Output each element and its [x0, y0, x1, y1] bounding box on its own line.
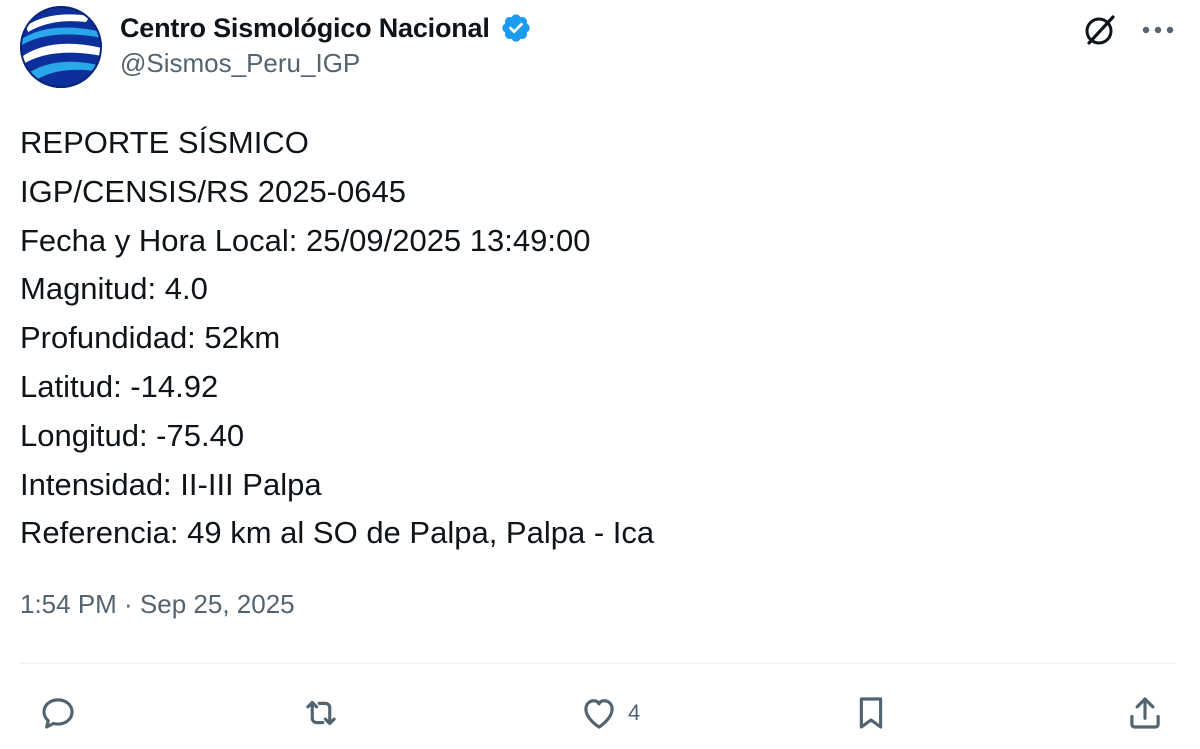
grok-icon[interactable]: [1082, 12, 1118, 48]
reply-icon: [42, 698, 74, 729]
bookmark-button[interactable]: [850, 692, 892, 734]
reply-button[interactable]: [37, 692, 79, 734]
author-name-row: Centro Sismológico Nacional: [120, 8, 532, 48]
tweet-line: Intensidad: II-III Palpa: [20, 466, 322, 502]
tweet-line: Fecha y Hora Local: 25/09/2025 13:49:00: [20, 222, 591, 258]
tweet-timestamp[interactable]: 1:54 PM · Sep 25, 2025: [20, 589, 295, 620]
tweet-line: Referencia: 49 km al SO de Palpa, Palpa …: [20, 515, 655, 551]
tweet-line: REPORTE SÍSMICO: [20, 125, 309, 160]
avatar[interactable]: [20, 6, 102, 88]
tweet-card: Centro Sismológico Nacional @Sismos_Peru…: [0, 0, 1200, 749]
like-count: 4: [628, 700, 641, 725]
verified-badge-icon[interactable]: [500, 12, 532, 44]
like-heart-icon: [584, 699, 614, 729]
tweet-line: Longitud: -75.40: [20, 417, 245, 453]
divider: [20, 663, 1176, 664]
share-button[interactable]: [1124, 692, 1166, 734]
like-button[interactable]: 4: [578, 692, 640, 734]
bookmark-icon: [859, 697, 883, 729]
retweet-button[interactable]: [300, 692, 342, 734]
more-options-icon[interactable]: [1138, 12, 1178, 48]
igp-globe-logo-icon: [20, 6, 102, 88]
tweet-line: Profundidad: 52km: [20, 320, 281, 356]
author-display-name[interactable]: Centro Sismológico Nacional: [120, 13, 490, 44]
tweet-body: REPORTE SÍSMICO IGP/CENSIS/RS 2025-0645 …: [20, 119, 1170, 558]
tweet-line: Magnitud: 4.0: [20, 271, 208, 307]
retweet-icon: [306, 700, 336, 726]
share-icon: [1130, 697, 1160, 729]
tweet-line: IGP/CENSIS/RS 2025-0645: [20, 173, 406, 209]
author-handle[interactable]: @Sismos_Peru_IGP: [120, 48, 360, 79]
tweet-line: Latitud: -14.92: [20, 368, 219, 404]
